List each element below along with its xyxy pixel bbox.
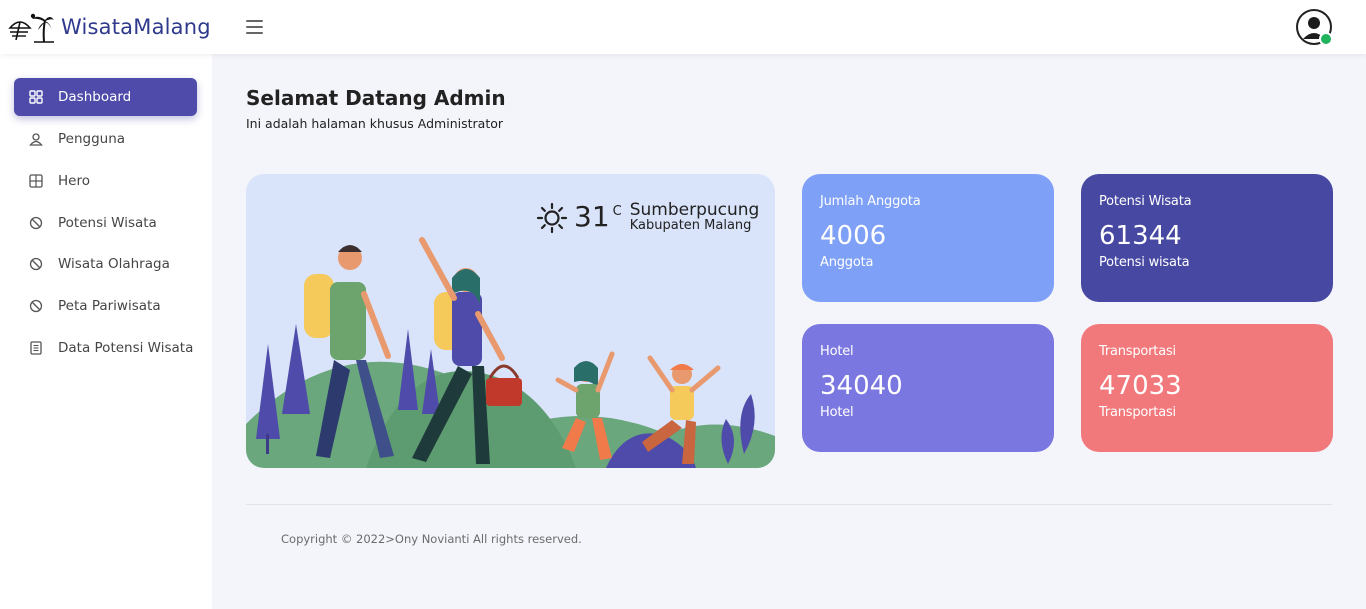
stat-unit: Anggota [820, 255, 874, 270]
stat-label: Jumlah Anggota [820, 194, 921, 209]
ban-icon [28, 298, 44, 314]
stat-unit: Potensi wisata [1099, 255, 1190, 270]
user-avatar[interactable] [1296, 9, 1333, 46]
sidebar-item-label: Pengguna [58, 131, 126, 147]
sidebar: Dashboard Pengguna Hero Potensi Wisata W… [0, 54, 212, 609]
sidebar-item-label: Potensi Wisata [58, 215, 157, 231]
footer-divider [246, 504, 1332, 505]
stat-label: Transportasi [1099, 344, 1176, 359]
stat-unit: Hotel [820, 405, 854, 420]
ban-icon [28, 215, 44, 231]
brand[interactable]: WisataMalang [8, 10, 211, 44]
sidebar-item-label: Wisata Olahraga [58, 256, 170, 272]
sidebar-item-label: Peta Pariwisata [58, 298, 161, 314]
weather-city: Sumberpucung [629, 200, 760, 220]
stat-card-hotel[interactable]: Hotel 34040 Hotel [802, 324, 1054, 452]
user-icon [28, 131, 44, 147]
weather-location: Sumberpucung Kabupaten Malang [630, 201, 760, 233]
stat-value: 4006 [820, 221, 887, 251]
stat-card-potensi-wisata[interactable]: Potensi Wisata 61344 Potensi wisata [1081, 174, 1333, 302]
brand-name: WisataMalang [61, 15, 211, 39]
page-title: Selamat Datang Admin [246, 86, 506, 110]
sidebar-item-label: Dashboard [58, 89, 132, 105]
stat-card-transportasi[interactable]: Transportasi 47033 Transportasi [1081, 324, 1333, 452]
stat-unit: Transportasi [1099, 405, 1176, 420]
welcome-hero-card: 31 C Sumberpucung Kabupaten Malang [246, 174, 775, 468]
sidebar-item-label: Hero [58, 173, 90, 189]
weather-unit: C [612, 204, 622, 219]
weather-widget: 31 C Sumberpucung Kabupaten Malang [536, 200, 759, 234]
sidebar-item-dashboard[interactable]: Dashboard [14, 78, 197, 116]
stat-card-anggota[interactable]: Jumlah Anggota 4006 Anggota [802, 174, 1054, 302]
sidebar-item-pengguna[interactable]: Pengguna [14, 120, 197, 158]
stat-label: Potensi Wisata [1099, 194, 1192, 209]
page-subtitle: Ini adalah halaman khusus Administrator [246, 116, 504, 131]
document-icon [28, 340, 44, 356]
sidebar-item-label: Data Potensi Wisata [58, 340, 194, 356]
stat-value: 61344 [1099, 221, 1182, 251]
sidebar-item-potensi-wisata[interactable]: Potensi Wisata [14, 204, 197, 242]
sidebar-item-wisata-olahraga[interactable]: Wisata Olahraga [14, 245, 197, 283]
sidebar-item-data-potensi-wisata[interactable]: Data Potensi Wisata [14, 329, 197, 367]
stat-value: 47033 [1099, 371, 1182, 401]
sun-icon [536, 202, 568, 234]
weather-temperature: 31 [574, 200, 610, 233]
sidebar-item-peta-pariwisata[interactable]: Peta Pariwisata [14, 287, 197, 325]
beach-logo-icon [8, 13, 54, 43]
table-icon [28, 173, 44, 189]
top-bar: WisataMalang [0, 0, 1366, 54]
weather-region: Kabupaten Malang [629, 218, 752, 233]
main-content: Selamat Datang Admin Ini adalah halaman … [212, 54, 1366, 609]
ban-icon [28, 256, 44, 272]
grid-icon [28, 89, 44, 105]
stat-value: 34040 [820, 371, 903, 401]
stat-label: Hotel [820, 344, 854, 359]
sidebar-item-hero[interactable]: Hero [14, 162, 197, 200]
footer-copyright: Copyright © 2022>Ony Novianti All rights… [281, 532, 582, 546]
online-check-icon [1319, 32, 1333, 46]
hamburger-menu-icon[interactable] [246, 20, 263, 34]
